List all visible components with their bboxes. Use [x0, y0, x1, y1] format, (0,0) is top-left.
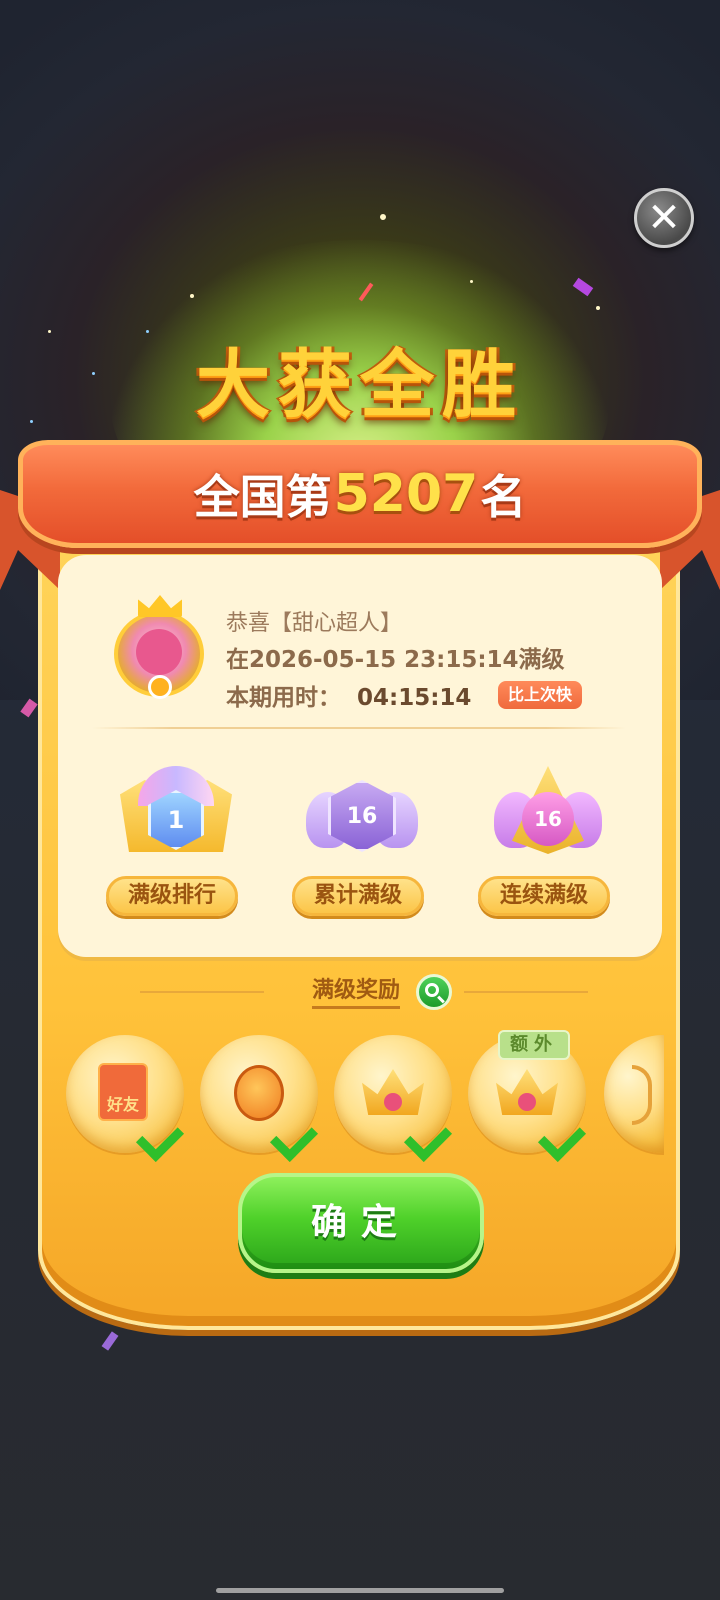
rank-suffix: 名: [480, 470, 527, 524]
medal-icon: [148, 675, 172, 699]
crown-gem: [384, 1093, 402, 1111]
rewards-title: 满级奖励: [312, 972, 401, 1009]
search-icon-handle: [437, 995, 445, 1004]
fruit-icon: [234, 1065, 284, 1121]
sparkle: [596, 306, 600, 310]
stat-label: 累计满级: [292, 876, 424, 916]
victory-title: 大获全胜: [196, 342, 524, 428]
sparkle: [190, 294, 194, 298]
crown-gem: [518, 1093, 536, 1111]
reward-preview-button[interactable]: [416, 974, 452, 1010]
avatar[interactable]: [108, 595, 212, 705]
reward-line-left: [140, 991, 264, 993]
reward-item-text: 好友: [106, 1095, 139, 1114]
confirm-button[interactable]: 确定: [238, 1173, 484, 1273]
pink-shield-emblem: 16: [488, 762, 608, 862]
red-envelope-icon: 好友: [98, 1063, 148, 1121]
crown-icon: [138, 595, 182, 617]
purple-wing-emblem: 16: [302, 762, 422, 862]
stat-total-max-level[interactable]: 16 累计满级: [292, 762, 432, 916]
sparkle: [380, 214, 386, 220]
stat-label: 连续满级: [478, 876, 610, 916]
bow-icon: [632, 1065, 652, 1125]
search-icon: [425, 983, 439, 997]
elapsed-time-row: 本期用时： 04:15:14: [226, 678, 471, 712]
gold-crown-emblem: 1: [116, 762, 236, 862]
close-button[interactable]: ✕: [634, 188, 694, 248]
elapsed-time-label: 本期用时：: [226, 685, 341, 711]
faster-badge: 比上次快: [498, 681, 583, 709]
sparkle: [470, 280, 473, 283]
reward-line-right: [464, 991, 588, 993]
rank-prefix: 全国第: [193, 470, 332, 524]
rank-ribbon: 全国第 5207 名: [18, 440, 702, 548]
max-level-date: 在2026-05-15 23:15:14满级: [226, 647, 565, 673]
stat-consecutive-max-level[interactable]: 16 连续满级: [478, 762, 618, 916]
confetti: [572, 277, 594, 297]
rank-number: 5207: [333, 464, 479, 524]
extra-tag: 额外: [498, 1030, 570, 1060]
consecutive-gem: 16: [522, 792, 574, 846]
divider: [92, 727, 626, 729]
avatar-character: [136, 629, 182, 675]
elapsed-time-value: 04:15:14: [357, 685, 472, 711]
stat-label: 满级排行: [106, 876, 238, 916]
close-icon: ✕: [647, 195, 681, 241]
stat-max-level-rank[interactable]: 1 满级排行: [106, 762, 246, 916]
congrats-text: 恭喜【甜心超人】: [226, 611, 403, 636]
home-indicator[interactable]: [216, 1588, 504, 1593]
